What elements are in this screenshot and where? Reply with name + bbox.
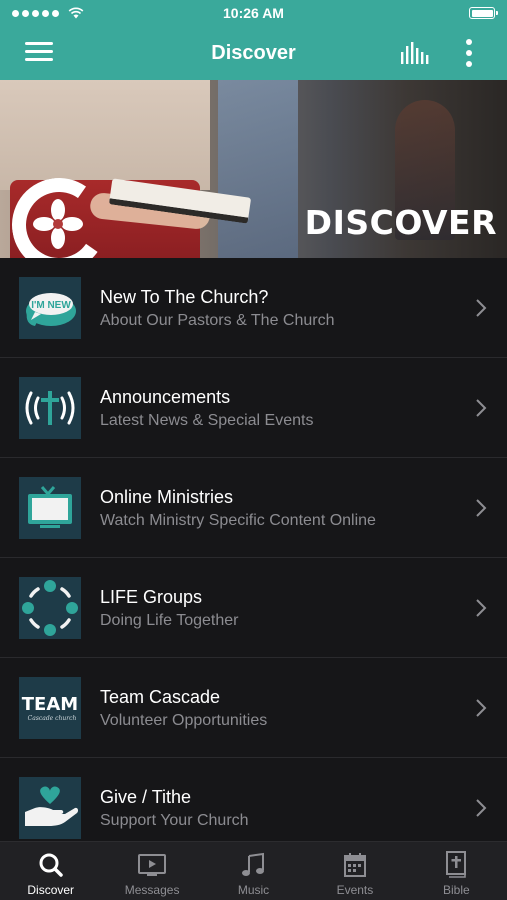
list-item-online-ministries[interactable]: Online Ministries Watch Ministry Specifi… [0,458,507,558]
tab-label: Events [336,883,374,897]
chevron-right-icon [476,599,487,617]
discover-list: I'M NEW New To The Church? About Our Pas… [0,258,507,841]
list-item-life-groups[interactable]: LIFE Groups Doing Life Together [0,558,507,658]
tab-label: Discover [27,883,75,897]
list-item-title: LIFE Groups [100,587,203,607]
tab-discover[interactable]: Discover [0,842,101,900]
broadcast-cross-icon [19,377,81,439]
list-item-subtitle: Doing Life Together [100,612,239,629]
cross-logo-icon [33,199,83,249]
wifi-icon [68,7,84,19]
tab-events[interactable]: Events [304,842,405,900]
battery-icon [469,7,498,19]
search-icon [39,853,63,877]
team-logo-icon: TEAM Cascade church [19,677,81,739]
list-item-subtitle: Support Your Church [100,812,249,829]
list-item-give-tithe[interactable]: Give / Tithe Support Your Church [0,758,507,841]
chevron-right-icon [476,299,487,317]
music-note-icon [241,852,264,876]
nav-bar: Discover [0,26,507,80]
list-item-title: New To The Church? [100,287,269,307]
list-item-subtitle: About Our Pastors & The Church [100,312,335,329]
page-title: Discover [211,41,296,64]
tab-label: Music [237,883,270,897]
list-item-subtitle: Latest News & Special Events [100,412,314,429]
audio-bars-icon[interactable] [399,40,429,66]
im-new-speech-bubble-icon: I'M NEW [19,277,81,339]
list-item-title: Give / Tithe [100,787,192,807]
list-item-title: Announcements [100,387,231,407]
chevron-right-icon [476,799,487,817]
hamburger-menu-icon[interactable] [25,41,53,63]
tab-messages[interactable]: Messages [101,842,202,900]
tab-bible[interactable]: Bible [406,842,507,900]
tab-label: Bible [442,883,470,897]
list-item-subtitle: Volunteer Opportunities [100,712,268,729]
bible-icon [446,851,467,878]
calendar-icon [343,853,366,877]
list-item-title: Online Ministries [100,487,234,507]
hero-title: DISCOVER [304,203,497,242]
circle-of-people-icon [19,577,81,639]
list-item-team-cascade[interactable]: TEAM Cascade church Team Cascade Volunte… [0,658,507,758]
im-new-icon-text: I'M NEW [31,300,71,311]
hero-banner: DISCOVER [0,80,507,258]
chevron-right-icon [476,699,487,717]
list-item-announcements[interactable]: Announcements Latest News & Special Even… [0,358,507,458]
list-item-subtitle: Watch Ministry Specific Content Online [100,512,376,529]
list-item-new-to-church[interactable]: I'M NEW New To The Church? About Our Pas… [0,258,507,358]
team-icon-subtext: Cascade church [28,715,77,722]
tab-bar: Discover Messages Music Events Bible [0,841,507,900]
more-options-icon[interactable] [461,39,477,67]
cellular-signal-icon [12,7,84,19]
video-icon [138,854,167,876]
heart-in-hand-icon [19,777,81,839]
status-bar: 10:26 AM [0,0,507,26]
chevron-right-icon [476,399,487,417]
tab-label: Messages [124,883,180,897]
team-icon-text: TEAM [22,694,78,715]
chevron-right-icon [476,499,487,517]
tab-music[interactable]: Music [203,842,304,900]
tv-icon [19,477,81,539]
list-item-title: Team Cascade [100,687,221,707]
